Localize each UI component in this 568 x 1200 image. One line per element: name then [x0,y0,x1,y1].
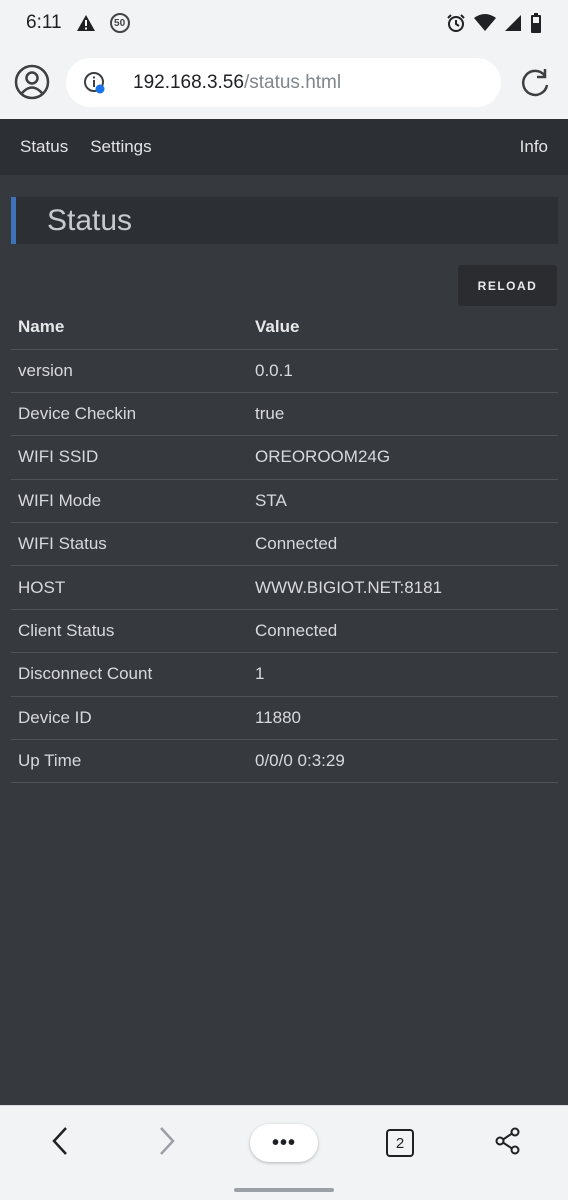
table-row: Up Time 0/0/0 0:3:29 [11,739,558,784]
more-menu-button[interactable]: ••• [250,1106,318,1180]
row-value: Connected [248,522,558,567]
row-name: Client Status [11,609,248,654]
row-value: true [248,392,558,437]
back-button[interactable] [32,1106,88,1180]
table-row: version 0.0.1 [11,349,558,393]
status-table: Name Value version 0.0.1 Device Checkin tr… [11,306,558,784]
refresh-icon[interactable] [518,66,552,100]
top-navigation: Status Settings Info [0,119,568,175]
table-header-row: Name Value [11,306,558,350]
more-icon: ••• [250,1124,318,1162]
row-name: Device ID [11,696,248,741]
tabs-button[interactable]: 2 [372,1106,428,1180]
profile-icon[interactable] [14,64,50,100]
table-row: Device ID 11880 [11,696,558,741]
row-value: 1 [248,652,558,697]
browser-bottom-toolbar: ••• 2 [0,1105,568,1179]
web-page: Status Settings Info Status RELOAD Name … [0,119,568,1105]
row-name: version [11,349,248,393]
table-row: Client Status Connected [11,609,558,654]
row-name: Disconnect Count [11,652,248,697]
table-row: Device Checkin true [11,392,558,437]
system-status-bar: 6:11 50 [0,0,568,46]
battery-icon [530,13,542,33]
signal-icon [504,14,522,32]
url-text[interactable]: 192.168.3.56/status.html [133,72,341,94]
forward-button[interactable] [139,1106,195,1180]
table-row: WIFI SSID OREOROOM24G [11,435,558,480]
row-value: 0/0/0 0:3:29 [248,739,558,784]
header-value: Value [248,306,558,350]
share-button[interactable] [480,1106,536,1180]
nav-info[interactable]: Info [520,137,548,157]
table-row: Disconnect Count 1 [11,652,558,697]
address-bar[interactable]: 192.168.3.56/status.html [66,58,501,107]
alarm-icon [446,13,466,33]
table-row: WIFI Status Connected [11,522,558,567]
row-name: WIFI SSID [11,435,248,480]
table-row: WIFI Mode STA [11,479,558,524]
wifi-icon [474,14,496,32]
nav-status[interactable]: Status [20,137,68,157]
chevron-left-icon [50,1126,70,1161]
row-value: 11880 [248,696,558,741]
nav-settings[interactable]: Settings [90,137,151,157]
share-icon [494,1127,522,1160]
row-value: OREOROOM24G [248,435,558,480]
row-value: 0.0.1 [248,349,558,393]
browser-toolbar: 192.168.3.56/status.html [0,46,568,119]
url-path: /status.html [243,71,342,93]
row-name: HOST [11,565,248,610]
tab-count: 2 [386,1129,414,1157]
row-name: Device Checkin [11,392,248,437]
home-gesture-bar[interactable] [234,1188,334,1192]
clock: 6:11 [26,12,62,33]
url-host: 192.168.3.56 [133,71,244,93]
data-saver-badge: 50 [109,13,130,33]
chevron-right-icon [157,1126,177,1161]
row-name: WIFI Status [11,522,248,567]
header-name: Name [11,306,248,350]
site-info-icon[interactable] [83,71,107,95]
row-value: WWW.BIGIOT.NET:8181 [248,565,558,610]
page-title: Status [11,197,558,244]
row-name: Up Time [11,739,248,784]
table-row: HOST WWW.BIGIOT.NET:8181 [11,565,558,610]
warning-icon [76,14,96,32]
gesture-navigation-area [0,1179,568,1200]
row-value: Connected [248,609,558,654]
reload-button[interactable]: RELOAD [458,265,557,306]
row-name: WIFI Mode [11,479,248,524]
row-value: STA [248,479,558,524]
